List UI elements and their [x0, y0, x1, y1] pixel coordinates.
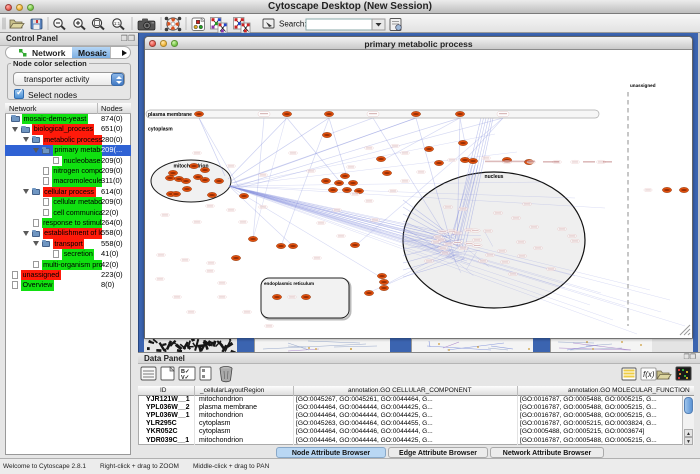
svg-text:Search:: Search: [279, 20, 307, 29]
svg-text:1:1: 1:1 [114, 21, 121, 26]
svg-text:V✓: V✓ [181, 375, 190, 381]
svg-text:f(x): f(x) [643, 370, 655, 379]
svg-text:endoplasmic reticulum: endoplasmic reticulum [264, 281, 314, 286]
svg-text:unassigned: unassigned [630, 83, 656, 88]
svg-text:cytoplasm: cytoplasm [148, 127, 173, 133]
svg-text:plasma membrane: plasma membrane [148, 112, 192, 118]
svg-text:nucleus: nucleus [485, 174, 504, 180]
